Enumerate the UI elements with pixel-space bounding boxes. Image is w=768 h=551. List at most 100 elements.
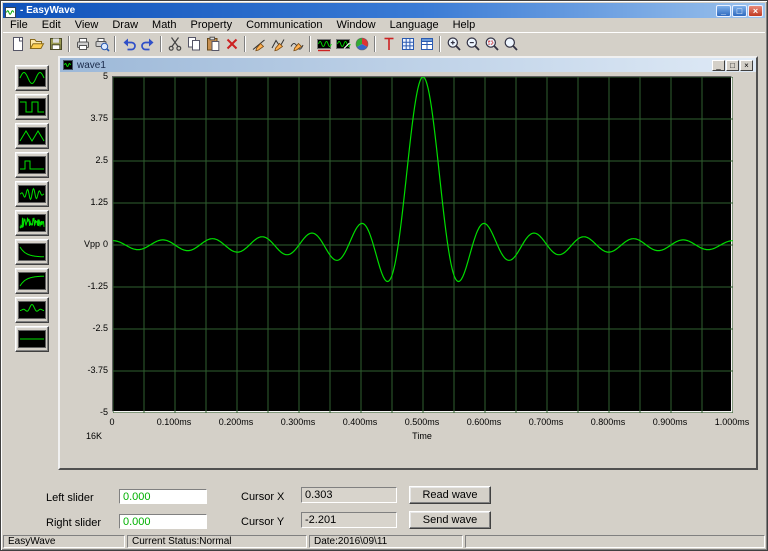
- draw-line-button[interactable]: [249, 35, 268, 54]
- toolbar-separator: [114, 36, 116, 52]
- waveform-button-pulse[interactable]: [15, 152, 49, 178]
- draw-polyline-button[interactable]: [268, 35, 287, 54]
- delete-icon: [224, 36, 240, 52]
- menu-window[interactable]: Window: [330, 18, 383, 32]
- print-button[interactable]: [73, 35, 92, 54]
- wave-edit-icon: [335, 36, 351, 52]
- x-tick-label: 0.100ms: [152, 417, 196, 427]
- y-tick-label: -1.25: [60, 281, 108, 291]
- x-tick-label: 1.000ms: [710, 417, 754, 427]
- about-icon: [354, 36, 370, 52]
- zoom-in-icon: [446, 36, 462, 52]
- zoom-out-button[interactable]: [463, 35, 482, 54]
- exp-fall-wave-icon: [18, 243, 46, 261]
- send-wave-button[interactable]: Send wave: [409, 511, 491, 529]
- y-axis-title: Vpp: [84, 239, 100, 249]
- draw-freehand-button[interactable]: [287, 35, 306, 54]
- triangle-wave-icon: [18, 127, 46, 145]
- wave1-window: wave1 _ □ × 53.752.51.250-1.25-2.5-3.75-…: [58, 56, 758, 470]
- noise-wave-icon: [18, 214, 46, 232]
- grid-button[interactable]: [398, 35, 417, 54]
- cursor-y-value[interactable]: [301, 512, 397, 528]
- waveform-button-am[interactable]: [15, 181, 49, 207]
- chart-region: 53.752.51.250-1.25-2.5-3.75-5 00.100ms0.…: [60, 72, 756, 468]
- toolbar-separator: [374, 36, 376, 52]
- waveform-plot[interactable]: [112, 76, 732, 412]
- menu-edit[interactable]: Edit: [35, 18, 68, 32]
- y-tick-label: 5: [60, 71, 108, 81]
- menu-view[interactable]: View: [68, 18, 106, 32]
- draw-polyline-icon: [270, 36, 286, 52]
- left-slider-input[interactable]: [119, 489, 207, 504]
- x-tick-label: 0.700ms: [524, 417, 568, 427]
- wave-hzoom-button[interactable]: [314, 35, 333, 54]
- close-button[interactable]: ×: [748, 5, 763, 17]
- waveform-button-square[interactable]: [15, 94, 49, 120]
- undo-button[interactable]: [119, 35, 138, 54]
- menu-help[interactable]: Help: [446, 18, 483, 32]
- waveform-button-dc[interactable]: [15, 326, 49, 352]
- waveform-button-exp-fall[interactable]: [15, 239, 49, 265]
- menu-language[interactable]: Language: [383, 18, 446, 32]
- x-tick-label: 0.500ms: [400, 417, 444, 427]
- y-tick-label: -5: [60, 407, 108, 417]
- toolbar: [3, 32, 765, 55]
- cursor-y-label: Cursor Y: [241, 516, 284, 528]
- copy-button[interactable]: [184, 35, 203, 54]
- sine-wave-icon: [18, 69, 46, 87]
- zoom-in-button[interactable]: [444, 35, 463, 54]
- paste-button[interactable]: [203, 35, 222, 54]
- waveform-button-sine[interactable]: [15, 65, 49, 91]
- menu-property[interactable]: Property: [184, 18, 240, 32]
- title-bar[interactable]: - EasyWave _ □ ×: [3, 3, 765, 18]
- print-preview-button[interactable]: [92, 35, 111, 54]
- zoom-out-icon: [465, 36, 481, 52]
- zoom-reset-icon: [503, 36, 519, 52]
- wave1-title-bar[interactable]: wave1 _ □ ×: [60, 58, 756, 72]
- control-panel: Left slider Right slider Cursor X Cursor…: [1, 483, 768, 535]
- x-tick-label: 0.600ms: [462, 417, 506, 427]
- new-icon: [10, 36, 26, 52]
- maximize-button[interactable]: □: [732, 5, 747, 17]
- status-empty-panel: [465, 535, 765, 548]
- status-bar: EasyWave Current Status:Normal Date:2016…: [3, 535, 765, 548]
- grid-icon: [400, 36, 416, 52]
- toolbar-separator: [160, 36, 162, 52]
- new-button[interactable]: [8, 35, 27, 54]
- wave-hzoom-icon: [316, 36, 332, 52]
- menu-bar: FileEditViewDrawMathPropertyCommunicatio…: [3, 18, 765, 32]
- zoom-reset-button[interactable]: [501, 35, 520, 54]
- zoom-window-button[interactable]: [482, 35, 501, 54]
- open-button[interactable]: [27, 35, 46, 54]
- waveform-button-triangle[interactable]: [15, 123, 49, 149]
- menu-communication[interactable]: Communication: [239, 18, 329, 32]
- child-close-button[interactable]: ×: [740, 60, 753, 71]
- menu-math[interactable]: Math: [145, 18, 183, 32]
- redo-button[interactable]: [138, 35, 157, 54]
- cursor-x-value[interactable]: [301, 487, 397, 503]
- wave-edit-button[interactable]: [333, 35, 352, 54]
- save-button[interactable]: [46, 35, 65, 54]
- cursor-marker-button[interactable]: [379, 35, 398, 54]
- y-tick-label: -3.75: [60, 365, 108, 375]
- right-slider-input[interactable]: [119, 514, 207, 529]
- menu-file[interactable]: File: [3, 18, 35, 32]
- about-button[interactable]: [352, 35, 371, 54]
- waveform-button-sinc[interactable]: [15, 297, 49, 323]
- menu-draw[interactable]: Draw: [105, 18, 145, 32]
- sample-count-label: 16K: [86, 431, 102, 441]
- cursor-marker-icon: [381, 36, 397, 52]
- toolbar-separator: [244, 36, 246, 52]
- read-wave-button[interactable]: Read wave: [409, 486, 491, 504]
- sinc-wave-icon: [18, 301, 46, 319]
- table-button[interactable]: [417, 35, 436, 54]
- waveform-button-exp-rise[interactable]: [15, 268, 49, 294]
- y-tick-label: -2.5: [60, 323, 108, 333]
- waveform-button-noise[interactable]: [15, 210, 49, 236]
- cut-button[interactable]: [165, 35, 184, 54]
- child-minimize-button[interactable]: _: [712, 60, 725, 71]
- toolbar-separator: [309, 36, 311, 52]
- delete-button[interactable]: [222, 35, 241, 54]
- minimize-button[interactable]: _: [716, 5, 731, 17]
- child-restore-button[interactable]: □: [726, 60, 739, 71]
